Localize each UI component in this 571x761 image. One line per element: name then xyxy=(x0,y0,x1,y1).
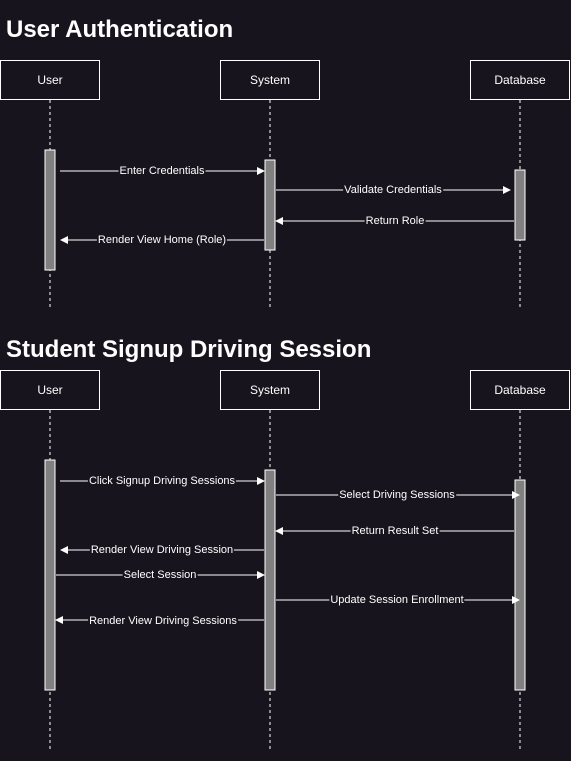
message-label: Enter Credentials xyxy=(118,165,206,177)
activation-database xyxy=(514,479,526,691)
activation-database xyxy=(514,169,526,241)
actor-system: System xyxy=(220,370,320,410)
message-label: Render View Home (Role) xyxy=(96,234,228,246)
message-label: Render View Driving Sessions xyxy=(88,615,238,627)
actor-user: User xyxy=(0,60,100,100)
actor-user: User xyxy=(0,370,100,410)
message-label: Select Driving Sessions xyxy=(338,489,456,501)
activation-user xyxy=(44,149,56,271)
message-label: Return Result Set xyxy=(350,525,440,537)
actor-system: System xyxy=(220,60,320,100)
activation-user xyxy=(44,459,56,691)
message-label: Validate Credentials xyxy=(343,184,443,196)
actor-database: Database xyxy=(470,60,570,100)
message-label: Return Role xyxy=(364,215,426,227)
activation-system xyxy=(264,159,276,251)
message-label: Update Session Enrollment xyxy=(329,594,465,606)
message-label: Click Signup Driving Sessions xyxy=(87,475,237,487)
message-label: Render View Driving Session xyxy=(89,544,235,556)
message-label: Select Session xyxy=(122,569,198,581)
actor-database: Database xyxy=(470,370,570,410)
activation-system xyxy=(264,469,276,691)
